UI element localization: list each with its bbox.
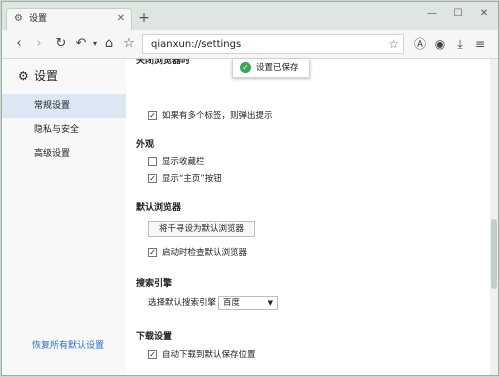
section-close-browser: 关闭浏览器时 xyxy=(136,59,191,66)
reset-all-link[interactable]: 恢复所有默认设置 xyxy=(32,340,104,352)
menu-icon[interactable]: ≡ xyxy=(472,36,488,52)
maximize-button[interactable]: ☐ xyxy=(448,6,468,22)
close-prompt-label: 如果有多个标签，则弹出提示 xyxy=(162,111,273,121)
new-tab-button[interactable]: + xyxy=(136,11,152,27)
url-text: qianxun://settings xyxy=(151,39,242,50)
sidebar-item-general[interactable]: 常规设置 xyxy=(2,94,126,118)
minimize-button[interactable]: — xyxy=(422,6,442,22)
section-default-browser: 默认浏览器 xyxy=(136,203,182,213)
browser-window: ⚙ 设置 ✕ + — ☐ ✕ ‹ › ↻ ↶ ▾ ⌂ ☆ qianxun://s… xyxy=(2,2,498,375)
search-engine-value: 百度 xyxy=(223,298,241,308)
sidebar-item-advanced[interactable]: 高级设置 xyxy=(2,142,126,166)
section-download: 下载设置 xyxy=(136,332,173,342)
scrollbar[interactable] xyxy=(490,59,498,375)
search-engine-label: 选择默认搜索引擎 xyxy=(148,298,217,308)
title-bar: ⚙ 设置 ✕ + — ☐ ✕ xyxy=(2,2,498,30)
auto-download-label: 自动下载到默认保存位置 xyxy=(162,350,256,360)
close-prompt-checkbox[interactable]: ✓ xyxy=(148,111,157,120)
reload-button[interactable]: ↻ xyxy=(52,35,70,53)
sidebar: ⚙ 设置 常规设置 隐私与安全 高级设置 恢复所有默认设置 xyxy=(2,59,126,375)
home-button-label: 显示“主页”按钮 xyxy=(162,174,222,184)
window-close-button[interactable]: ✕ xyxy=(474,6,494,22)
chevron-down-icon: ▼ xyxy=(267,299,273,307)
bookmark-star-button[interactable]: ☆ xyxy=(120,35,138,53)
compass-icon[interactable]: ◉ xyxy=(432,36,448,52)
tab-settings[interactable]: ⚙ 设置 ✕ xyxy=(6,8,132,30)
toast-text: 设置已保存 xyxy=(256,63,299,73)
auto-download-checkbox[interactable]: ✓ xyxy=(148,350,157,359)
sidebar-title: 设置 xyxy=(34,69,59,83)
check-icon: ✓ xyxy=(240,62,251,73)
bookmarks-bar-label: 显示收藏栏 xyxy=(162,157,205,167)
address-bar[interactable]: qianxun://settings ☆ xyxy=(142,34,404,54)
check-default-checkbox[interactable]: ✓ xyxy=(148,248,157,257)
close-icon[interactable]: ✕ xyxy=(117,13,125,25)
home-button[interactable]: ⌂ xyxy=(100,35,118,53)
section-search-engine: 搜索引擎 xyxy=(136,279,173,289)
account-icon[interactable]: Ⓐ xyxy=(412,36,428,52)
forward-button[interactable]: › xyxy=(30,35,48,53)
search-engine-select[interactable]: 百度 ▼ xyxy=(218,296,278,310)
settings-gear-icon: ⚙ xyxy=(18,69,29,83)
toolbar: ‹ › ↻ ↶ ▾ ⌂ ☆ qianxun://settings ☆ Ⓐ ◉ ⤓… xyxy=(2,30,498,59)
check-default-label: 启动时检查默认浏览器 xyxy=(162,248,248,258)
settings-main: 关闭浏览器时 ✓ 如果有多个标签，则弹出提示 外观 显示收藏栏 ✓ 显示“主页”… xyxy=(126,59,498,375)
tab-title: 设置 xyxy=(29,14,48,24)
bookmarks-bar-checkbox[interactable] xyxy=(148,157,157,166)
download-icon[interactable]: ⤓ xyxy=(452,36,468,52)
home-button-checkbox[interactable]: ✓ xyxy=(148,174,157,183)
star-icon[interactable]: ☆ xyxy=(388,37,399,51)
gear-icon: ⚙ xyxy=(14,13,23,24)
saved-toast: ✓ 设置已保存 xyxy=(232,59,310,78)
scrollbar-thumb[interactable] xyxy=(491,219,497,289)
back-button[interactable]: ‹ xyxy=(10,35,28,53)
section-appearance: 外观 xyxy=(136,140,155,150)
set-default-button[interactable]: 将千寻设为默认浏览器 xyxy=(148,221,256,237)
sidebar-item-privacy[interactable]: 隐私与安全 xyxy=(2,118,126,142)
